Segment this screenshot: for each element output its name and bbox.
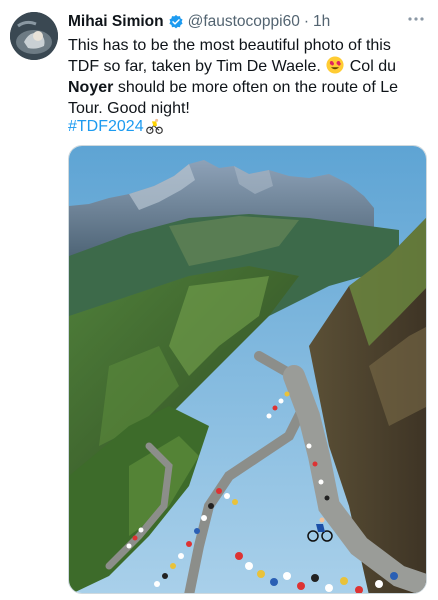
cyclist-emoji-icon <box>145 118 163 135</box>
timestamp[interactable]: 1h <box>313 13 330 31</box>
tweet-text-part2: Col du <box>349 58 396 75</box>
tweet-header: Mihai Simion @faustocoppi60 · 1h <box>68 11 428 33</box>
hashtag-link[interactable]: #TDF2024 <box>68 116 144 137</box>
hashtag-line: #TDF2024 <box>68 116 163 137</box>
heart-eyes-emoji-icon <box>326 56 344 74</box>
author-handle[interactable]: @faustocoppi60 <box>188 13 300 31</box>
avatar[interactable] <box>10 12 58 60</box>
tweet-photo[interactable] <box>68 145 427 594</box>
tweet-text-part3: should be more often on the route of Le … <box>68 79 399 117</box>
verified-badge-icon <box>168 14 184 30</box>
separator-dot: · <box>303 13 310 30</box>
author-name[interactable]: Mihai Simion <box>68 13 164 31</box>
more-horizontal-icon[interactable] <box>406 9 426 29</box>
tweet-text: This has to be the most beautiful photo … <box>68 35 426 119</box>
tweet-text-bold: Noyer <box>68 79 114 96</box>
mountain-road-photo <box>69 146 426 593</box>
avatar-image <box>10 12 58 60</box>
